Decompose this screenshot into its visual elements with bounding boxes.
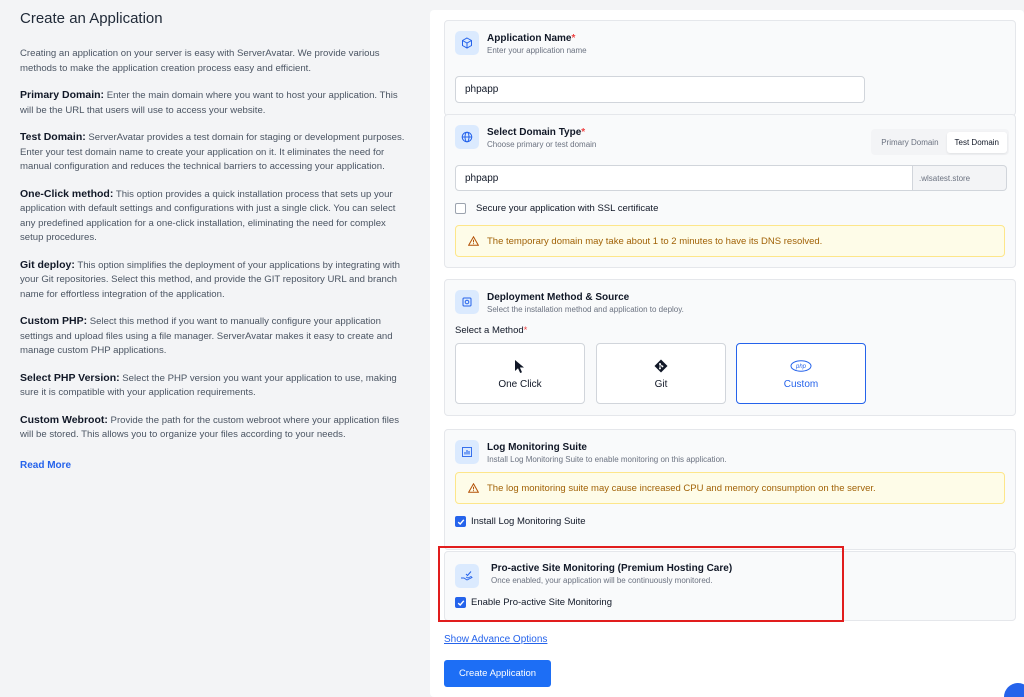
- proactive-subtitle: Once enabled, your application will be c…: [491, 576, 713, 585]
- app-name-card: Application Name* Enter your application…: [444, 20, 1016, 116]
- deploy-subtitle: Select the installation method and appli…: [487, 305, 684, 314]
- log-subtitle: Install Log Monitoring Suite to enable m…: [487, 455, 727, 464]
- php-icon: php: [790, 357, 812, 375]
- domain-title: Select Domain Type*: [487, 127, 586, 138]
- info-panel: Create an Application Creating an applic…: [0, 0, 425, 697]
- cpu-warning-text: The log monitoring suite may cause incre…: [487, 482, 876, 494]
- ssl-checkbox[interactable]: [455, 203, 466, 214]
- deploy-card: Deployment Method & Source Select the in…: [444, 279, 1016, 416]
- cpu-warning: The log monitoring suite may cause incre…: [455, 472, 1005, 504]
- domain-card: Select Domain Type* Choose primary or te…: [444, 114, 1016, 268]
- method-one-click-label: One Click: [498, 379, 542, 390]
- info-custom-webroot: Custom Webroot: Provide the path for the…: [20, 413, 400, 441]
- create-application-button[interactable]: Create Application: [444, 660, 551, 687]
- method-custom-label: Custom: [783, 379, 819, 390]
- info-test-domain: Test Domain: ServerAvatar provides a tes…: [20, 131, 405, 172]
- form-panel: Application Name* Enter your application…: [430, 10, 1024, 697]
- method-git-label: Git: [654, 379, 668, 390]
- app-name-title: Application Name*: [487, 33, 576, 44]
- ssl-label: Secure your application with SSL certifi…: [476, 203, 659, 214]
- git-icon: [654, 357, 668, 375]
- dns-warning-text: The temporary domain may take about 1 to…: [487, 235, 823, 247]
- log-card: Log Monitoring Suite Install Log Monitor…: [444, 429, 1016, 550]
- cursor-icon: [514, 357, 526, 375]
- method-one-click[interactable]: One Click: [455, 343, 585, 404]
- app-name-subtitle: Enter your application name: [487, 46, 587, 55]
- check-icon: [457, 518, 464, 525]
- page-title: Create an Application: [20, 10, 163, 27]
- warning-icon: [468, 483, 479, 493]
- dns-warning: The temporary domain may take about 1 to…: [455, 225, 1005, 257]
- proactive-title: Pro-active Site Monitoring (Premium Host…: [491, 563, 733, 574]
- warning-icon: [468, 236, 479, 246]
- proactive-checkbox[interactable]: [455, 597, 466, 608]
- info-php-version: Select PHP Version: Select the PHP versi…: [20, 371, 397, 399]
- intro-text: Creating an application on your server i…: [20, 48, 380, 74]
- method-custom[interactable]: php Custom: [736, 343, 866, 404]
- globe-icon: [455, 125, 479, 149]
- proactive-checkbox-label: Enable Pro-active Site Monitoring: [471, 597, 612, 608]
- log-checkbox[interactable]: [455, 516, 466, 527]
- svg-text:php: php: [795, 364, 807, 370]
- tab-test-domain[interactable]: Test Domain: [946, 131, 1007, 153]
- check-icon: [457, 599, 464, 606]
- log-title: Log Monitoring Suite: [487, 442, 587, 453]
- method-git[interactable]: Git: [596, 343, 726, 404]
- read-more-link[interactable]: Read More: [20, 460, 71, 471]
- domain-suffix: .wlsatest.store: [913, 165, 1007, 191]
- log-checkbox-label: Install Log Monitoring Suite: [471, 516, 586, 527]
- deploy-title: Deployment Method & Source: [487, 292, 630, 303]
- deploy-icon: [455, 290, 479, 314]
- domain-type-toggle: Primary Domain Test Domain: [871, 129, 1009, 155]
- info-primary-domain: Primary Domain: Enter the main domain wh…: [20, 89, 398, 116]
- info-git-deploy: Git deploy: This option simplifies the d…: [20, 258, 400, 300]
- domain-subtitle: Choose primary or test domain: [487, 140, 597, 149]
- domain-input[interactable]: phpapp: [455, 165, 913, 191]
- chart-icon: [455, 440, 479, 464]
- info-custom-php: Custom PHP: Select this method if you wa…: [20, 315, 393, 356]
- proactive-card: Pro-active Site Monitoring (Premium Host…: [444, 551, 1016, 621]
- info-one-click: One-Click method: This option provides a…: [20, 187, 396, 244]
- cube-icon: [455, 31, 479, 55]
- advance-options-link[interactable]: Show Advance Options: [444, 634, 547, 645]
- hand-check-icon: [455, 564, 479, 588]
- app-name-input[interactable]: phpapp: [455, 76, 865, 103]
- tab-primary-domain[interactable]: Primary Domain: [873, 132, 946, 153]
- method-label: Select a Method*: [455, 325, 528, 336]
